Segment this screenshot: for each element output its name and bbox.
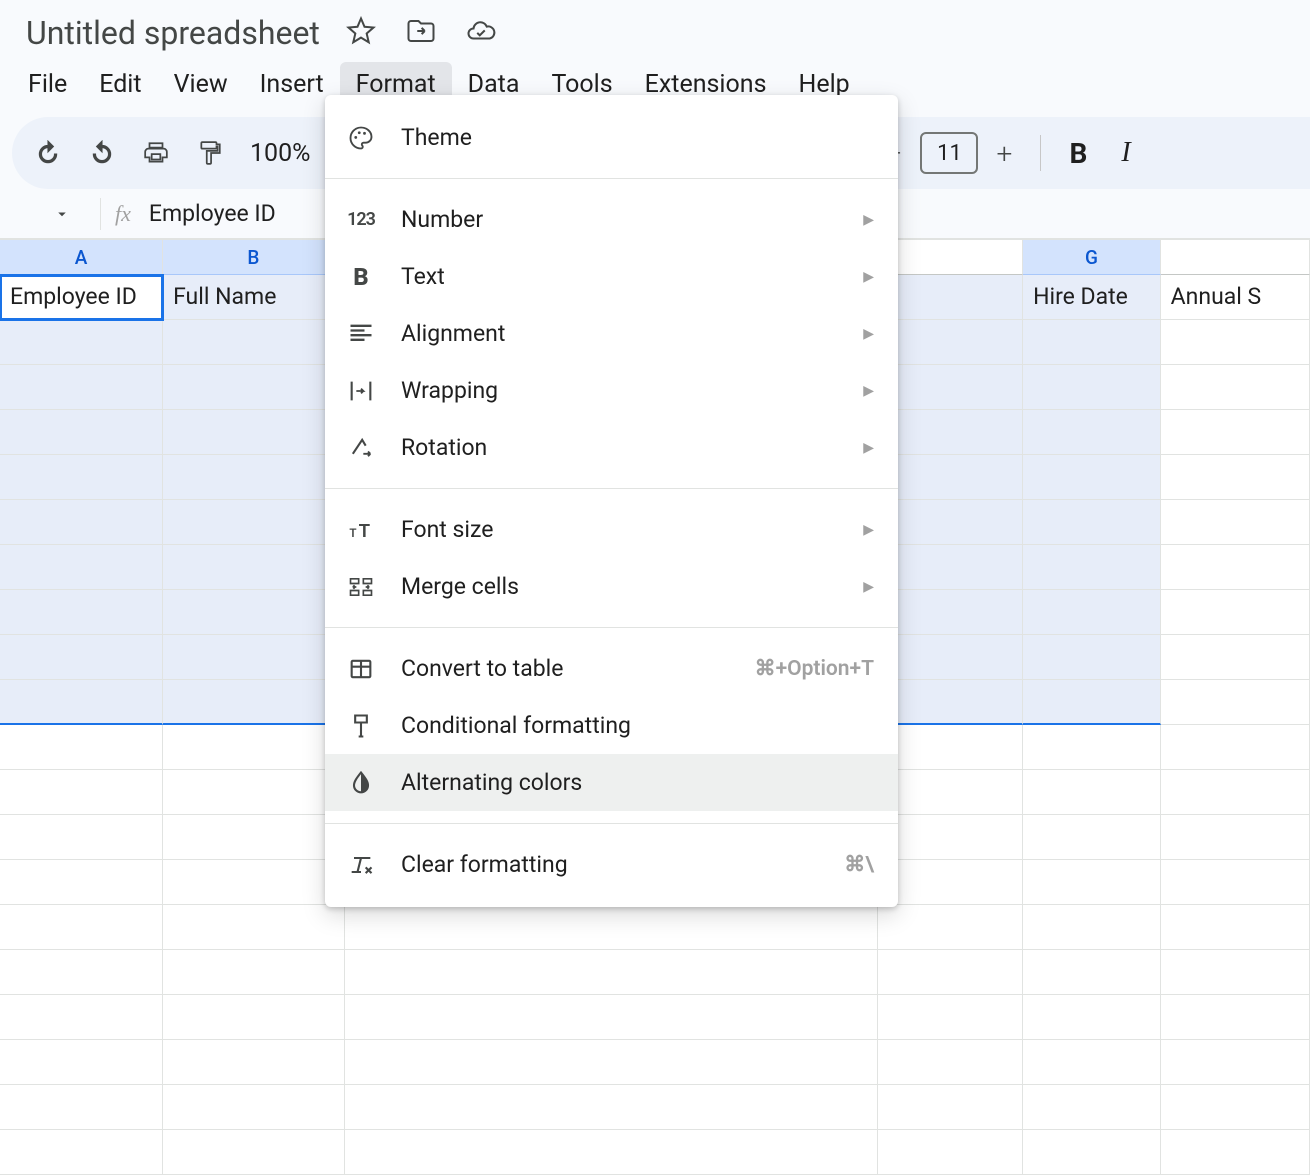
align-left-icon <box>345 318 377 350</box>
menu-item-label: Text <box>401 263 863 290</box>
italic-button[interactable]: I <box>1107 137 1144 169</box>
submenu-arrow-icon: ▶ <box>863 269 874 285</box>
menu-separator <box>325 823 898 824</box>
font-size-input[interactable]: 11 <box>920 132 978 174</box>
redo-button[interactable] <box>78 129 126 177</box>
format-menu-theme[interactable]: Theme <box>325 109 898 166</box>
print-button[interactable] <box>132 129 180 177</box>
cell-H1[interactable]: Annual S <box>1161 275 1310 320</box>
menu-item-label: Wrapping <box>401 377 863 404</box>
menu-item-label: Merge cells <box>401 573 863 600</box>
name-box-dropdown[interactable] <box>38 196 86 232</box>
column-header-b[interactable]: B <box>163 239 345 275</box>
bold-button[interactable]: B <box>1055 137 1101 170</box>
menu-item-label: Number <box>401 206 863 233</box>
submenu-arrow-icon: ▶ <box>863 522 874 538</box>
fx-icon: fx <box>115 201 131 227</box>
palette-icon <box>345 122 377 154</box>
menu-separator <box>325 488 898 489</box>
cloud-status-icon[interactable] <box>466 16 496 50</box>
rotate-text-icon <box>345 432 377 464</box>
paint-format-button[interactable] <box>186 129 234 177</box>
cell-B1[interactable]: Full Name <box>163 275 345 320</box>
formula-input[interactable]: Employee ID <box>149 200 276 227</box>
format-menu-wrapping[interactable]: Wrapping▶ <box>325 362 898 419</box>
undo-button[interactable] <box>24 129 72 177</box>
increase-font-size-button[interactable]: + <box>982 131 1026 175</box>
star-icon[interactable] <box>346 16 376 50</box>
bold-icon: B <box>345 261 377 293</box>
format-menu-text[interactable]: B Text▶ <box>325 248 898 305</box>
format-menu-dropdown: Theme123Number▶BText▶Alignment▶Wrapping▶… <box>325 95 898 907</box>
submenu-arrow-icon: ▶ <box>863 440 874 456</box>
submenu-arrow-icon: ▶ <box>863 212 874 228</box>
table-icon <box>345 653 377 685</box>
menu-item-label: Font size <box>401 516 863 543</box>
format-menu-number[interactable]: 123 Number▶ <box>325 191 898 248</box>
active-cell[interactable]: Employee ID <box>0 275 163 320</box>
menu-file[interactable]: File <box>12 62 83 107</box>
menu-separator <box>325 178 898 179</box>
format-menu-clear-formatting[interactable]: Clear formatting⌘\ <box>325 836 898 893</box>
menu-item-label: Clear formatting <box>401 851 844 878</box>
cell-G1[interactable]: Hire Date <box>1023 275 1161 320</box>
column-header-a[interactable]: A <box>0 239 163 275</box>
submenu-arrow-icon: ▶ <box>863 383 874 399</box>
document-title[interactable]: Untitled spreadsheet <box>20 12 326 54</box>
menu-item-label: Convert to table <box>401 655 755 682</box>
menu-item-label: Alternating colors <box>401 769 874 796</box>
font-size-icon: TT <box>345 514 377 546</box>
format-menu-rotation[interactable]: Rotation▶ <box>325 419 898 476</box>
merge-cells-icon <box>345 571 377 603</box>
svg-text:T: T <box>359 520 371 542</box>
menu-item-label: Alignment <box>401 320 863 347</box>
keyboard-shortcut: ⌘+Option+T <box>755 656 874 681</box>
menu-item-label: Conditional formatting <box>401 712 874 739</box>
move-to-folder-icon[interactable] <box>406 16 436 50</box>
submenu-arrow-icon: ▶ <box>863 579 874 595</box>
format-menu-conditional-formatting[interactable]: Conditional formatting <box>325 697 898 754</box>
alternating-colors-icon <box>345 767 377 799</box>
clear-format-icon <box>345 849 377 881</box>
svg-text:T: T <box>349 526 356 540</box>
format-menu-merge-cells[interactable]: Merge cells▶ <box>325 558 898 615</box>
number-123-icon: 123 <box>345 204 377 236</box>
format-menu-alternating-colors[interactable]: Alternating colors <box>325 754 898 811</box>
format-menu-font-size[interactable]: TT Font size▶ <box>325 501 898 558</box>
toolbar-separator <box>1040 135 1041 171</box>
wrap-text-icon <box>345 375 377 407</box>
format-menu-convert-to-table[interactable]: Convert to table⌘+Option+T <box>325 640 898 697</box>
submenu-arrow-icon: ▶ <box>863 326 874 342</box>
conditional-format-icon <box>345 710 377 742</box>
keyboard-shortcut: ⌘\ <box>844 852 874 877</box>
menu-item-label: Rotation <box>401 434 863 461</box>
menu-separator <box>325 627 898 628</box>
menu-edit[interactable]: Edit <box>83 62 157 107</box>
column-header-g[interactable]: G <box>1023 239 1160 275</box>
menu-view[interactable]: View <box>158 62 244 107</box>
format-menu-alignment[interactable]: Alignment▶ <box>325 305 898 362</box>
menu-item-label: Theme <box>401 124 874 151</box>
zoom-level[interactable]: 100% <box>240 139 320 168</box>
